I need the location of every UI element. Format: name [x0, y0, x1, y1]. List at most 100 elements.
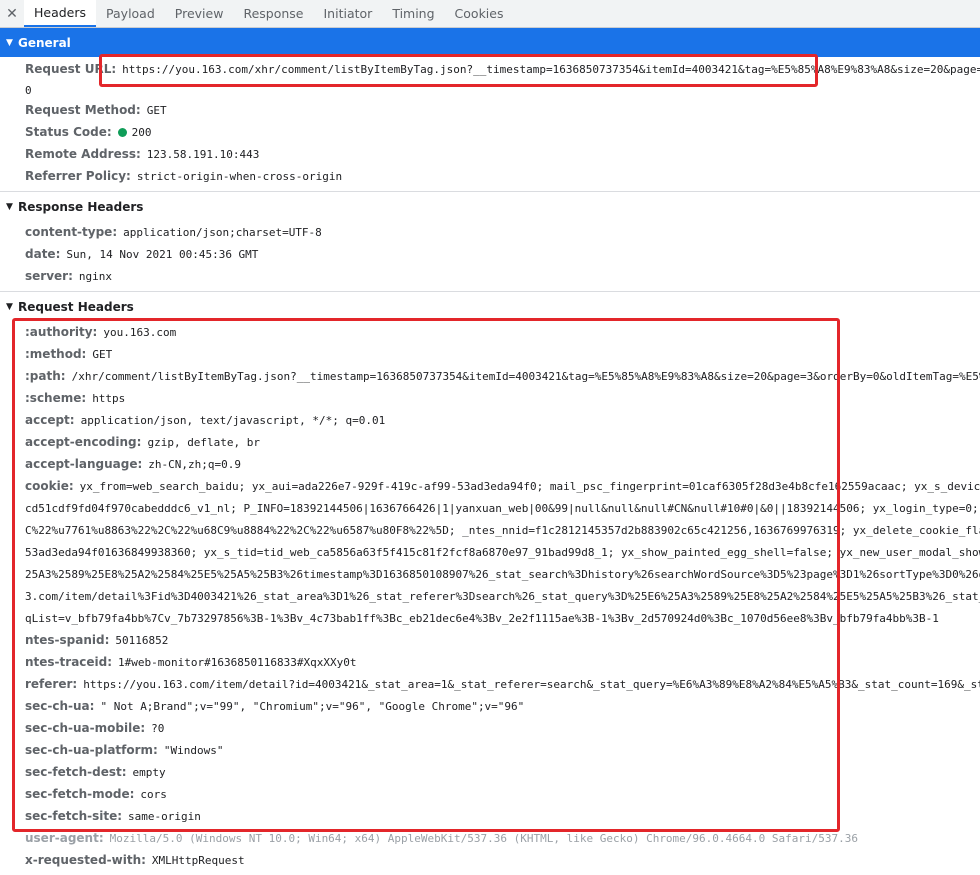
response-headers-header[interactable]: ▼ Response Headers [0, 192, 980, 221]
header-row: sec-ch-ua: " Not A;Brand";v="99", "Chrom… [0, 695, 980, 717]
header-value: gzip, deflate, br [147, 435, 261, 449]
header-key: accept-language: [25, 457, 143, 471]
header-row: sec-fetch-mode: cors [0, 783, 980, 805]
header-row: sec-fetch-site: same-origin [0, 805, 980, 827]
header-key: sec-fetch-mode: [25, 787, 135, 801]
header-value: application/json;charset=UTF-8 [123, 225, 322, 239]
request-headers-section: ▼ Request Headers :authority: you.163.co… [0, 292, 980, 875]
header-key: accept-encoding: [25, 435, 142, 449]
expand-triangle-icon: ▼ [6, 201, 13, 212]
header-key: ntes-traceid: [25, 655, 113, 669]
request-headers-header[interactable]: ▼ Request Headers [0, 292, 980, 321]
header-key: x-requested-with: [25, 853, 146, 867]
header-key: :method: [25, 347, 87, 361]
header-value: you.163.com [103, 325, 177, 339]
general-header[interactable]: ▼ General [0, 28, 980, 57]
header-key: server: [25, 269, 73, 283]
header-key: accept: [25, 413, 75, 427]
header-key: date: [25, 247, 61, 261]
header-value: 50116852 [115, 633, 169, 647]
header-row: accept-language: zh-CN,zh;q=0.9 [0, 453, 980, 475]
header-value: application/json, text/javascript, */*; … [80, 413, 386, 427]
referrer-policy-value: strict-origin-when-cross-origin [136, 169, 343, 183]
cookie-cont-row: qList=v_bfb79fa4bb%7Cv_7b73297856%3B-1%3… [0, 607, 980, 629]
status-ok-icon [117, 127, 127, 137]
request-url-cont-row: 0 [0, 81, 980, 99]
cookie-cont-row: 25A3%2589%25E8%25A2%2584%25E5%25A5%25B3%… [0, 563, 980, 585]
header-value: Mozilla/5.0 (Windows NT 10.0; Win64; x64… [109, 831, 858, 845]
response-headers-title: Response Headers [18, 199, 144, 214]
header-row: ntes-traceid: 1#web-monitor#163685011683… [0, 651, 980, 673]
status-code-value: 200 [131, 125, 152, 139]
header-value: "Windows" [163, 743, 224, 757]
request-method-value: GET [146, 103, 167, 117]
cookie-cont-row: cd51cdf9fd04f970cabedddc6_v1_nl; P_INFO=… [0, 497, 980, 519]
header-value: qList=v_bfb79fa4bb%7Cv_7b73297856%3B-1%3… [25, 611, 939, 625]
header-value: /xhr/comment/listByItemByTag.json?__time… [71, 369, 980, 383]
remote-address-value: 123.58.191.10:443 [146, 147, 260, 161]
header-value: empty [132, 765, 166, 779]
tab-headers[interactable]: Headers [24, 0, 97, 27]
header-value: https [92, 391, 126, 405]
header-value: nginx [78, 269, 113, 283]
header-key: sec-fetch-dest: [25, 765, 127, 779]
header-key: :authority: [25, 325, 98, 339]
header-row: :authority: you.163.com [0, 321, 980, 343]
header-key: user-agent: [25, 831, 104, 845]
tab-response[interactable]: Response [233, 0, 313, 27]
close-icon[interactable]: ✕ [0, 0, 24, 27]
header-value: 3.com/item/detail%3Fid%3D4003421%26_stat… [25, 589, 980, 603]
header-row: sec-fetch-dest: empty [0, 761, 980, 783]
header-value: 25A3%2589%25E8%25A2%2584%25E5%25A5%25B3%… [25, 567, 980, 581]
header-row: ntes-spanid: 50116852 [0, 629, 980, 651]
header-value: GET [92, 347, 113, 361]
header-key: :path: [25, 369, 66, 383]
cookie-cont-row: 53ad3eda94f01636849938360; yx_s_tid=tid_… [0, 541, 980, 563]
header-row: date: Sun, 14 Nov 2021 00:45:36 GMT [0, 243, 980, 265]
header-row: accept: application/json, text/javascrip… [0, 409, 980, 431]
tab-cookies[interactable]: Cookies [445, 0, 514, 27]
header-key: :scheme: [25, 391, 87, 405]
status-code-key: Status Code: [25, 125, 112, 139]
header-value: XMLHttpRequest [151, 853, 245, 867]
header-key: sec-ch-ua-mobile: [25, 721, 146, 735]
request-headers-title: Request Headers [18, 299, 134, 314]
header-row: x-requested-with: XMLHttpRequest [0, 849, 980, 871]
header-row: sec-ch-ua-mobile: ?0 [0, 717, 980, 739]
request-method-row: Request Method: GET [0, 99, 980, 121]
request-url-row: Request URL: https://you.163.com/xhr/com… [0, 57, 980, 81]
cookie-cont-row: 3.com/item/detail%3Fid%3D4003421%26_stat… [0, 585, 980, 607]
header-row: cookie: yx_from=web_search_baidu; yx_aui… [0, 475, 980, 497]
header-row: :method: GET [0, 343, 980, 365]
general-section: ▼ General Request URL: https://you.163.c… [0, 28, 980, 192]
general-title: General [18, 35, 71, 50]
tab-preview[interactable]: Preview [165, 0, 234, 27]
header-key: content-type: [25, 225, 118, 239]
header-row: referer: https://you.163.com/item/detail… [0, 673, 980, 695]
tab-initiator[interactable]: Initiator [314, 0, 383, 27]
header-value: cd51cdf9fd04f970cabedddc6_v1_nl; P_INFO=… [25, 501, 980, 515]
header-key: referer: [25, 677, 78, 691]
remote-address-row: Remote Address: 123.58.191.10:443 [0, 143, 980, 165]
header-value: 53ad3eda94f01636849938360; yx_s_tid=tid_… [25, 545, 980, 559]
referrer-policy-key: Referrer Policy: [25, 169, 131, 183]
expand-triangle-icon: ▼ [6, 301, 13, 312]
response-headers-section: ▼ Response Headers content-type: applica… [0, 192, 980, 292]
request-method-key: Request Method: [25, 103, 141, 117]
tab-payload[interactable]: Payload [96, 0, 165, 27]
request-url-cont: 0 [25, 83, 32, 97]
header-row: :path: /xhr/comment/listByItemByTag.json… [0, 365, 980, 387]
header-value: C%22%u7761%u8863%22%2C%22%u68C9%u8884%22… [25, 523, 980, 537]
status-code-row: Status Code: 200 [0, 121, 980, 143]
header-value: https://you.163.com/item/detail?id=40034… [83, 677, 980, 691]
tab-timing[interactable]: Timing [382, 0, 444, 27]
header-value: ?0 [151, 721, 165, 735]
header-key: sec-fetch-site: [25, 809, 123, 823]
expand-triangle-icon: ▼ [6, 37, 13, 48]
referrer-policy-row: Referrer Policy: strict-origin-when-cros… [0, 165, 980, 187]
header-row: sec-ch-ua-platform: "Windows" [0, 739, 980, 761]
header-value: yx_from=web_search_baidu; yx_aui=ada226e… [79, 479, 980, 493]
header-key: sec-ch-ua: [25, 699, 95, 713]
devtools-tabbar: ✕ Headers Payload Preview Response Initi… [0, 0, 980, 28]
header-row: user-agent: Mozilla/5.0 (Windows NT 10.0… [0, 827, 980, 849]
